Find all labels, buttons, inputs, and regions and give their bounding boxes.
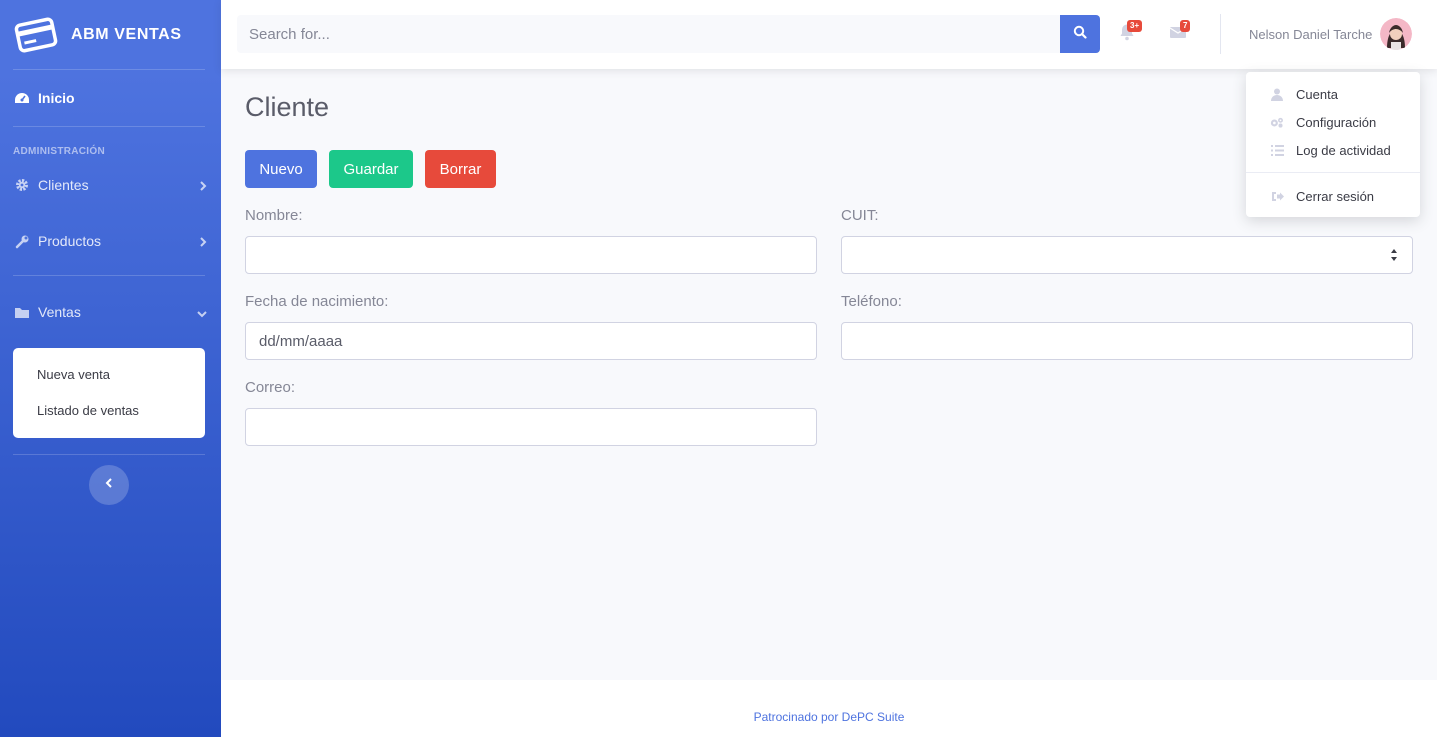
sidebar-item-inicio[interactable]: Inicio	[0, 70, 221, 126]
fecha-nacimiento-label: Fecha de nacimiento:	[245, 293, 389, 310]
cuit-input[interactable]	[841, 236, 1413, 274]
sidebar-item-label: Ventas	[38, 304, 81, 320]
nombre-label: Nombre:	[245, 207, 303, 224]
fecha-nacimiento-input[interactable]: dd/mm/aaaa	[245, 322, 817, 360]
folder-icon	[13, 304, 31, 320]
sign-out-icon	[1270, 189, 1284, 203]
dropdown-item-cerrar-sesion[interactable]: Cerrar sesión	[1246, 182, 1420, 210]
sidebar-item-productos[interactable]: Productos	[0, 207, 221, 275]
dropdown-item-log-actividad[interactable]: Log de actividad	[1246, 136, 1420, 164]
tachometer-icon	[13, 90, 31, 106]
sidebar-toggle-button[interactable]	[89, 465, 129, 505]
dropdown-item-cuenta[interactable]: Cuenta	[1246, 80, 1420, 108]
alerts-button[interactable]: 3+	[1115, 20, 1143, 46]
topbar: 3+ 7 Nelson Daniel Tarche	[221, 0, 1437, 69]
chevron-right-icon	[198, 179, 208, 191]
chevron-left-icon	[104, 476, 114, 494]
telefono-input[interactable]	[841, 322, 1413, 360]
cogs-icon	[1270, 115, 1284, 129]
chevron-down-icon	[196, 306, 208, 318]
submenu-item-listado-ventas[interactable]: Listado de ventas	[13, 393, 205, 429]
sidebar-item-label: Inicio	[38, 90, 75, 106]
user-dropdown: Cuenta Configuración Log de actividad Ce…	[1246, 72, 1420, 217]
brand-title: ABM VENTAS	[71, 25, 182, 43]
wrench-icon	[13, 233, 31, 249]
nombre-input[interactable]	[245, 236, 817, 274]
list-icon	[1270, 143, 1284, 157]
cog-icon	[13, 177, 31, 193]
search-icon	[1073, 25, 1087, 44]
page-title: Cliente	[245, 92, 330, 122]
messages-badge: 7	[1180, 20, 1191, 32]
user-menu-toggle[interactable]: Nelson Daniel Tarche	[1249, 18, 1413, 50]
credit-card-icon	[14, 16, 58, 54]
dropdown-item-label: Cuenta	[1296, 86, 1338, 102]
sidebar-item-ventas[interactable]: Ventas	[0, 276, 221, 348]
submenu-item-nueva-venta[interactable]: Nueva venta	[13, 357, 205, 393]
messages-button[interactable]: 7	[1166, 20, 1191, 46]
sidebar-heading: ADMINISTRACIÓN	[13, 146, 105, 157]
sidebar-item-clientes[interactable]: Clientes	[0, 163, 221, 207]
ventas-submenu: Nueva venta Listado de ventas	[13, 348, 205, 438]
user-icon	[1270, 87, 1284, 101]
sidebar-item-label: Clientes	[38, 177, 89, 193]
dropdown-item-label: Configuración	[1296, 114, 1377, 130]
search-button[interactable]	[1060, 15, 1100, 53]
save-button[interactable]: Guardar	[329, 150, 413, 188]
avatar	[1380, 18, 1413, 50]
number-spinner[interactable]	[1390, 246, 1398, 264]
footer: Patrocinado por DePC Suite	[221, 680, 1437, 737]
delete-button[interactable]: Borrar	[425, 150, 496, 188]
dropdown-divider	[1246, 172, 1420, 173]
sidebar: ABM VENTAS Inicio ADMINISTRACIÓN Cliente…	[0, 0, 221, 737]
new-button[interactable]: Nuevo	[245, 150, 317, 188]
footer-text: Patrocinado por DePC Suite	[753, 710, 905, 724]
sidebar-item-label: Productos	[38, 233, 102, 249]
brand-link[interactable]: ABM VENTAS	[0, 0, 221, 69]
correo-label: Correo:	[245, 379, 296, 396]
dropdown-item-configuracion[interactable]: Configuración	[1246, 108, 1420, 136]
user-name: Nelson Daniel Tarche	[1249, 26, 1373, 42]
topbar-divider	[1220, 14, 1221, 54]
sidebar-divider	[13, 454, 205, 455]
alerts-badge: 3+	[1127, 20, 1143, 32]
chevron-right-icon	[198, 235, 208, 247]
search-form	[237, 15, 1100, 53]
dropdown-item-label: Log de actividad	[1296, 142, 1391, 158]
dropdown-item-label: Cerrar sesión	[1296, 188, 1375, 204]
search-input[interactable]	[237, 15, 1060, 53]
correo-input[interactable]	[245, 408, 817, 446]
telefono-label: Teléfono:	[841, 293, 902, 310]
cuit-label: CUIT:	[841, 207, 879, 224]
